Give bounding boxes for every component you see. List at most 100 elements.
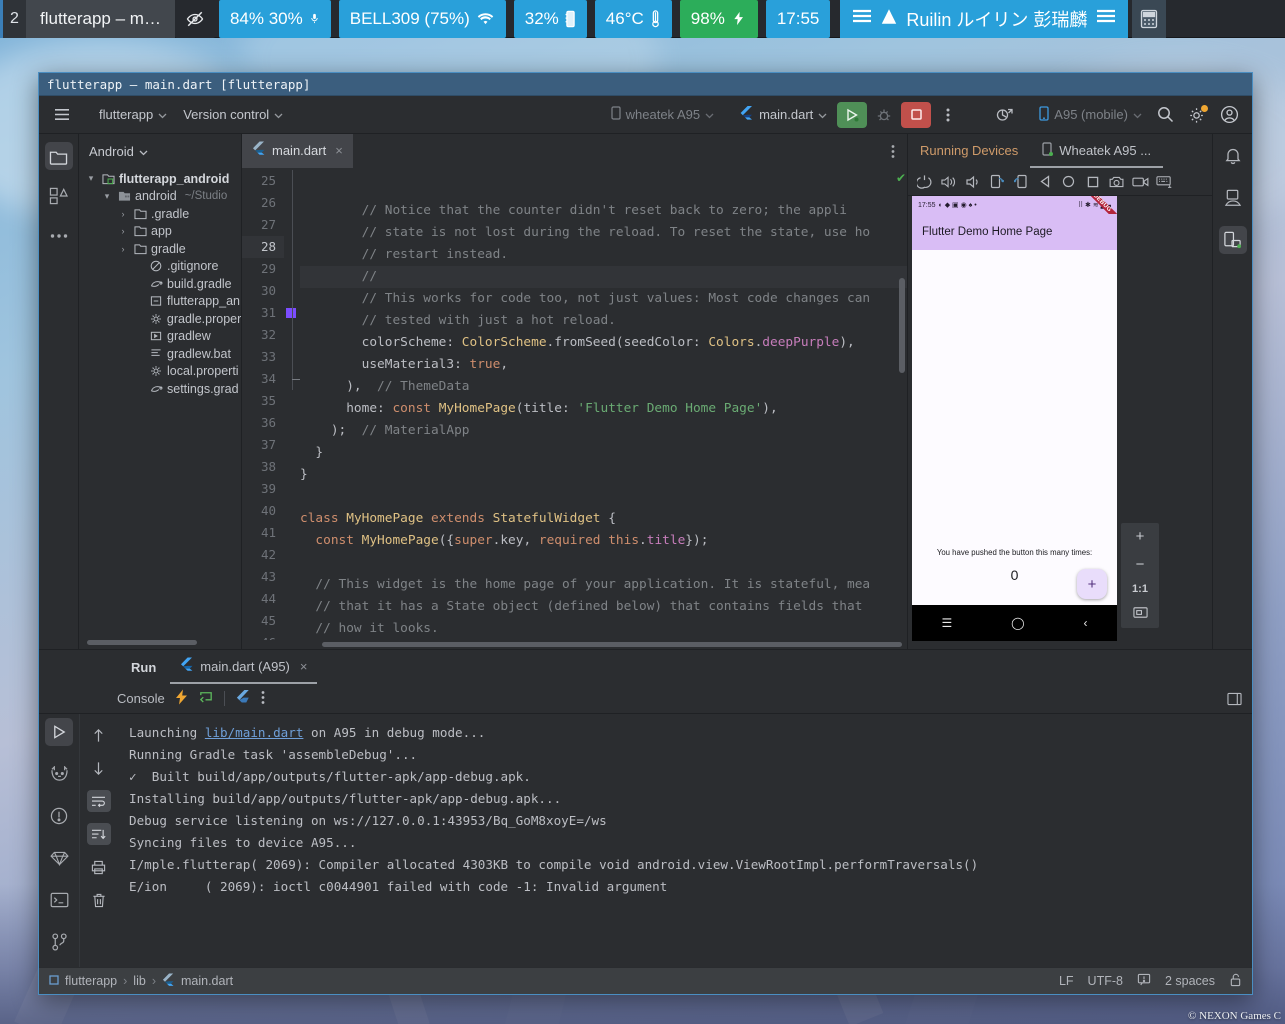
code-line[interactable]: useMaterial3: true,	[300, 354, 907, 376]
chevron-down-icon[interactable]: ▾	[85, 173, 97, 184]
code-line[interactable]	[300, 486, 907, 508]
rotate-left-icon[interactable]	[986, 171, 1007, 192]
memory-widget[interactable]: 32%	[513, 0, 587, 38]
active-window-title[interactable]: flutterapp – m…	[26, 0, 175, 38]
fold-region[interactable]	[284, 258, 300, 280]
scroll-up-button[interactable]	[87, 724, 111, 746]
code-line[interactable]: home: const MyHomePage(title: 'Flutter D…	[300, 398, 907, 420]
fold-region[interactable]	[284, 170, 300, 192]
phone-navigation-bar[interactable]: ☰ ◯ ‹	[912, 605, 1117, 641]
fold-region[interactable]	[284, 522, 300, 544]
code-line[interactable]: // Notice that the counter didn't reset …	[300, 200, 907, 222]
fold-region[interactable]	[284, 214, 300, 236]
tree-item[interactable]: gradle.proper	[79, 310, 241, 328]
run-tool-run[interactable]	[45, 718, 73, 746]
fold-region[interactable]	[284, 302, 300, 324]
fold-region[interactable]	[284, 412, 300, 434]
scroll-to-end-button[interactable]	[86, 823, 111, 845]
fold-region[interactable]	[284, 346, 300, 368]
project-tree[interactable]: ▾ flutterapp_android ▾ android ~/Studio › .gra…	[79, 168, 241, 638]
line-number[interactable]: 38	[242, 456, 284, 478]
line-number[interactable]: 46	[242, 632, 284, 640]
close-icon[interactable]: ×	[335, 143, 343, 158]
code-line[interactable]: colorScheme: ColorScheme.fromSeed(seedCo…	[300, 332, 907, 354]
tree-item[interactable]: settings.grad	[79, 380, 241, 398]
editor-tab-main-dart[interactable]: main.dart ×	[242, 134, 353, 168]
account-circle-icon[interactable]	[1214, 101, 1244, 129]
back-icon[interactable]: ‹	[1084, 616, 1088, 630]
clock-widget[interactable]: 17:55	[765, 0, 831, 38]
plus-icon[interactable]: +	[1077, 569, 1107, 599]
breadcrumb[interactable]: flutterapp › lib › main.dart	[49, 973, 233, 990]
temperature-widget[interactable]: 46°C	[594, 0, 672, 38]
fold-region[interactable]	[284, 324, 300, 346]
code-line[interactable]: }	[300, 464, 907, 486]
code-line[interactable]: // restart instead.	[300, 244, 907, 266]
flutter-inspector-icon[interactable]	[235, 689, 251, 708]
chevron-right-icon[interactable]: ›	[117, 226, 129, 236]
project-view-selector[interactable]: Android	[79, 134, 241, 168]
breadcrumb-folder[interactable]: lib	[133, 974, 146, 988]
run-tool-terminal[interactable]	[45, 886, 73, 914]
screenshot-camera-icon[interactable]	[1106, 171, 1127, 192]
trash-icon[interactable]	[87, 889, 111, 911]
fold-region[interactable]	[284, 588, 300, 610]
sidebar-item-device-manager[interactable]	[1219, 184, 1247, 212]
indent-indicator[interactable]: 2 spaces	[1165, 974, 1215, 988]
device-screen[interactable]: 17:55 ◐ ◆ ▣ ◉ ♠ • ⠿ ✱ ≋ ▂▄ DEBUG Flutter…	[912, 196, 1117, 641]
wifi-widget[interactable]: BELL309 (75%)	[338, 0, 506, 38]
breadcrumb-project[interactable]: flutterapp	[65, 974, 117, 988]
tree-item[interactable]: ▾ flutterapp_android	[79, 170, 241, 188]
fold-region[interactable]	[284, 280, 300, 302]
tree-item[interactable]: › gradle	[79, 240, 241, 258]
line-separator-indicator[interactable]: LF	[1059, 974, 1074, 988]
unlocked-icon[interactable]	[1229, 973, 1242, 990]
console-file-link[interactable]: lib/main.dart	[205, 725, 304, 740]
user-menu[interactable]: Ruilin ルイリン 彭瑞麟	[840, 0, 1129, 38]
eye-off-icon[interactable]	[174, 0, 215, 38]
sidebar-item-notifications[interactable]	[1219, 142, 1247, 170]
line-number[interactable]: 40	[242, 500, 284, 522]
code-line[interactable]: }	[300, 442, 907, 464]
fit-screen-icon[interactable]	[1132, 606, 1148, 623]
device-mirror-stage[interactable]: 17:55 ◐ ◆ ▣ ◉ ♠ • ⠿ ✱ ≋ ▂▄ DEBUG Flutter…	[908, 196, 1212, 649]
run-tool-logcat[interactable]	[45, 760, 73, 788]
fold-region[interactable]	[284, 456, 300, 478]
fold-region[interactable]	[284, 478, 300, 500]
hot-reload-icon[interactable]	[198, 689, 214, 708]
fold-region[interactable]	[284, 192, 300, 214]
inspections-icon[interactable]	[1137, 973, 1151, 990]
fold-region[interactable]	[284, 610, 300, 632]
project-tree-hscrollbar[interactable]	[87, 638, 237, 647]
fold-region[interactable]	[284, 236, 300, 258]
battery-widget[interactable]: 98%	[679, 0, 758, 38]
code-line[interactable]: ), // ThemeData	[300, 376, 907, 398]
editor-fold-column[interactable]	[284, 168, 300, 640]
line-number[interactable]: 28	[242, 236, 284, 258]
code-editor[interactable]: 25 26 27 28 29 30 31 32 33 34 35 36 37 38 39 40 41 42 43 44…	[242, 168, 907, 640]
phone-app-content[interactable]: You have pushed the button this many tim…	[912, 250, 1117, 605]
gear-icon[interactable]	[1182, 101, 1212, 129]
run-tool-flutter[interactable]	[45, 844, 73, 872]
run-console-output[interactable]: Launching lib/main.dart on A95 in debug …	[117, 714, 1252, 967]
soft-wrap-button[interactable]	[86, 790, 111, 812]
code-line[interactable]: // This works for code too, not just val…	[300, 288, 907, 310]
line-number[interactable]: 37	[242, 434, 284, 456]
hamburger-menu-icon[interactable]	[47, 101, 77, 129]
line-number[interactable]: 43	[242, 566, 284, 588]
volume-down-icon[interactable]	[962, 171, 983, 192]
screen-record-icon[interactable]	[1130, 171, 1151, 192]
fold-region[interactable]	[284, 390, 300, 412]
fold-region[interactable]	[284, 434, 300, 456]
code-line[interactable]: // state is not lost during the reload. …	[300, 222, 907, 244]
menu-icon[interactable]: ☰	[941, 616, 952, 630]
keyboard-icon[interactable]	[1154, 171, 1175, 192]
line-number[interactable]: 44	[242, 588, 284, 610]
fold-region[interactable]	[284, 544, 300, 566]
fold-region[interactable]	[284, 632, 300, 640]
breadcrumb-file[interactable]: main.dart	[181, 974, 233, 988]
zoom-in-button[interactable]: +	[1136, 528, 1145, 545]
line-number[interactable]: 26	[242, 192, 284, 214]
run-configuration-selector[interactable]: main.dart	[732, 102, 835, 128]
code-line[interactable]: // that it has a State object (defined b…	[300, 596, 907, 618]
